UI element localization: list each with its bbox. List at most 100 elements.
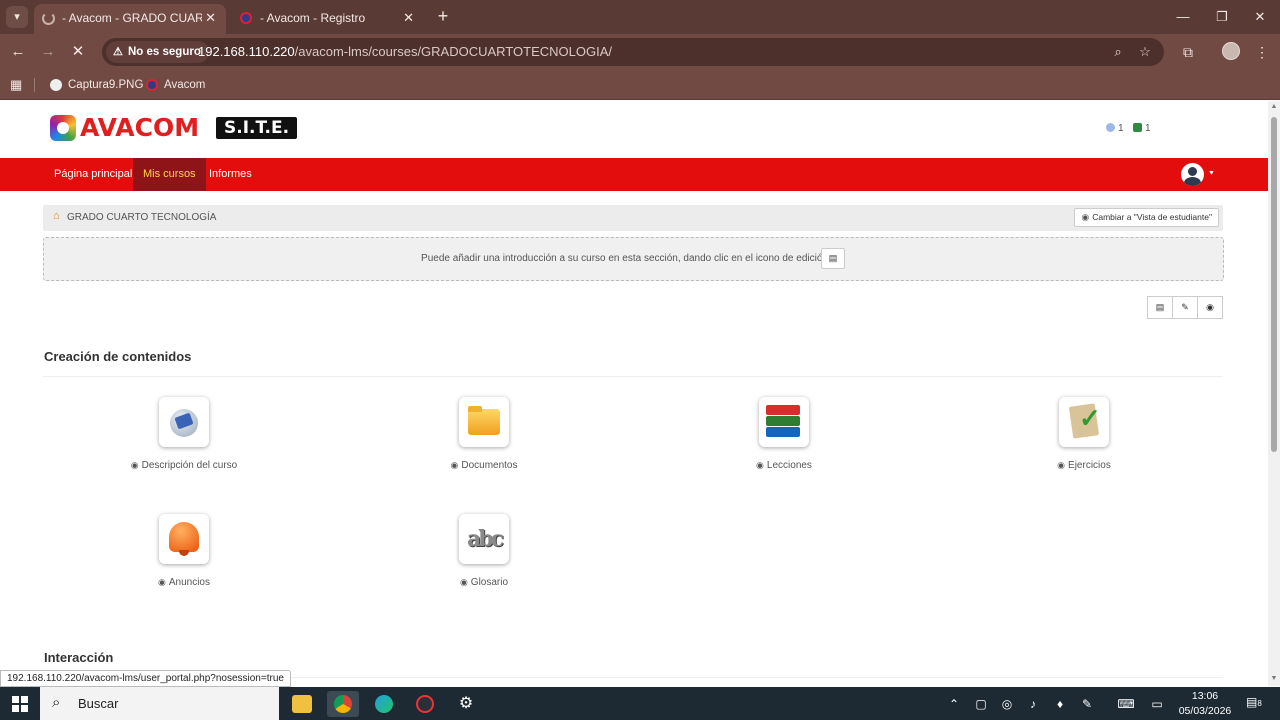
minimize-button[interactable]: — xyxy=(1164,4,1202,30)
chevron-up-icon[interactable]: ⌃ xyxy=(945,695,963,713)
scroll-down-icon[interactable]: ▼ xyxy=(1270,675,1278,682)
extensions-icon[interactable]: ⧉ xyxy=(1178,42,1198,62)
tool-course-description[interactable]: ◉ Descripción del curso xyxy=(84,397,284,487)
display-icon[interactable]: ▭ xyxy=(1148,695,1166,713)
menu-kebab-icon[interactable]: ⋮ xyxy=(1252,42,1272,62)
tool-lessons[interactable]: ◉ Lecciones xyxy=(684,397,884,487)
online-users-counter[interactable]: 1 xyxy=(1106,123,1124,134)
bookmark-avacom[interactable]: Avacom xyxy=(144,70,205,100)
security-label: No es seguro xyxy=(128,46,201,58)
apps-grid-icon[interactable]: ▦ xyxy=(10,77,22,93)
home-icon[interactable]: ⌂ xyxy=(53,210,60,222)
close-tab-icon[interactable]: ✕ xyxy=(205,4,216,32)
tool-glossary[interactable]: abc ◉ Glosario xyxy=(384,514,584,604)
taskbar-search[interactable]: ⌕ Buscar xyxy=(40,687,279,720)
student-view-label: Cambiar a "Vista de estudiante" xyxy=(1092,212,1212,222)
app-icon[interactable] xyxy=(409,691,441,717)
tool-documents[interactable]: ◉ Documentos xyxy=(384,397,584,487)
messages-counter[interactable]: 1 xyxy=(1133,123,1151,134)
security-chip[interactable]: ⚠ No es seguro xyxy=(106,41,209,63)
tool-label: ◉ Glosario xyxy=(459,577,509,588)
eye-icon: ◉ xyxy=(756,460,764,470)
eye-icon: ◉ xyxy=(459,577,468,587)
nav-home[interactable]: Página principal xyxy=(44,158,142,191)
section-title-interaction: Interacción xyxy=(44,650,114,665)
search-placeholder: Buscar xyxy=(78,696,119,711)
forward-button[interactable]: → xyxy=(38,42,58,62)
network-globe-icon[interactable]: ◎ xyxy=(998,695,1016,713)
tab-avacom-registro[interactable]: - Avacom - Registro ✕ xyxy=(232,4,424,34)
page-viewport: AVACOM S.I.T.E. 1 1 Página principal Mis… xyxy=(0,101,1268,686)
windows-start-icon[interactable] xyxy=(12,696,28,712)
close-window-button[interactable]: ✕ xyxy=(1241,4,1279,30)
keyboard-icon[interactable]: ⌨ xyxy=(1115,695,1137,713)
books-icon[interactable] xyxy=(759,397,809,447)
user-avatar[interactable] xyxy=(1181,163,1204,186)
chat-icon xyxy=(1133,123,1142,132)
browser-tabstrip: ▾ - Avacom - GRADO CUARTO TE ✕ - Avacom … xyxy=(0,0,1280,34)
nav-reports[interactable]: Informes xyxy=(199,158,262,191)
taskbar-clock[interactable]: 13:06 05/03/2026 xyxy=(1176,689,1234,719)
tool-label: ◉ Ejercicios xyxy=(1057,460,1111,471)
back-button[interactable]: ← xyxy=(8,42,28,62)
breadcrumb: ⌂ GRADO CUARTO TECNOLOGÍA ◉ Cambiar a "Vi… xyxy=(43,205,1223,231)
logo-hexagon-icon xyxy=(50,115,76,141)
close-tab-icon[interactable]: ✕ xyxy=(403,4,414,32)
wrench-icon[interactable]: ✎ xyxy=(1172,296,1198,319)
tool-label: ◉ Descripción del curso xyxy=(130,460,238,471)
notifications-icon[interactable]: ▤8 xyxy=(1246,695,1262,709)
microphone-icon[interactable]: ♦ xyxy=(1051,695,1069,713)
scroll-thumb[interactable] xyxy=(1271,117,1277,452)
logo-text: AVACOM xyxy=(80,113,200,142)
page-scrollbar[interactable]: ▲ ▼ xyxy=(1268,101,1280,686)
section-title-content-creation: Creación de contenidos xyxy=(44,349,192,364)
zoom-search-icon[interactable]: ⌕ xyxy=(1108,42,1128,62)
folder-icon[interactable] xyxy=(459,397,509,447)
volume-icon[interactable]: ♪ xyxy=(1024,695,1042,713)
tool-exercises[interactable]: ◉Ejercicios xyxy=(984,397,1184,487)
tool-announcements[interactable]: ◉ Anuncios xyxy=(84,514,284,604)
users-count: 1 xyxy=(1118,123,1124,134)
loading-spinner-icon xyxy=(42,12,55,25)
eye-icon: ◉ xyxy=(130,460,139,470)
tool-label: ◉ Lecciones xyxy=(756,460,812,471)
bookmark-star-icon[interactable]: ☆ xyxy=(1135,42,1155,62)
address-bar[interactable]: ⚠ No es seguro 192.168.110.220/avacom-lm… xyxy=(102,38,1164,66)
stop-loading-button[interactable]: ✕ xyxy=(68,42,88,62)
edit-intro-button[interactable]: ▤ xyxy=(821,248,845,269)
notifications-count: 8 xyxy=(1257,699,1262,708)
caret-down-icon[interactable]: ▼ xyxy=(1208,170,1215,177)
document-icon[interactable]: ▤ xyxy=(1147,296,1173,319)
pen-icon[interactable]: ✎ xyxy=(1078,695,1096,713)
glossary-icon[interactable]: abc xyxy=(459,514,509,564)
breadcrumb-course[interactable]: GRADO CUARTO TECNOLOGÍA xyxy=(67,205,216,231)
search-icon: ⌕ xyxy=(52,694,61,711)
restore-button[interactable]: ❐ xyxy=(1203,4,1241,30)
exercises-icon[interactable] xyxy=(1059,397,1109,447)
new-tab-button[interactable]: + xyxy=(432,6,454,28)
scroll-up-icon[interactable]: ▲ xyxy=(1270,103,1278,110)
chrome-icon[interactable] xyxy=(327,691,359,717)
course-intro-box: Puede añadir una introducción a su curso… xyxy=(43,237,1224,281)
tool-label: ◉ Documentos xyxy=(450,460,518,471)
edge-icon[interactable] xyxy=(368,691,400,717)
file-explorer-icon[interactable] xyxy=(286,691,318,717)
profile-avatar[interactable] xyxy=(1222,42,1240,60)
eye-icon[interactable]: ◉ xyxy=(1197,296,1223,319)
nav-my-courses[interactable]: Mis cursos xyxy=(133,158,206,191)
messages-count: 1 xyxy=(1145,123,1151,134)
eye-icon: ◉ xyxy=(1081,212,1090,222)
logo-badge: S.I.T.E. xyxy=(216,117,298,139)
bookmark-captura9[interactable]: Captura9.PNG xyxy=(48,70,143,100)
tab-avacom-course[interactable]: - Avacom - GRADO CUARTO TE ✕ xyxy=(34,4,226,34)
url-host: 192.168.110.220 xyxy=(198,44,295,59)
course-description-icon[interactable] xyxy=(159,397,209,447)
bookmark-label: Captura9.PNG xyxy=(68,79,144,91)
users-icon xyxy=(1106,123,1115,132)
meet-icon[interactable]: ▢ xyxy=(972,695,990,713)
tab-title: - Avacom - Registro xyxy=(260,11,366,25)
tab-search-button[interactable]: ▾ xyxy=(6,6,28,28)
bell-icon[interactable] xyxy=(159,514,209,564)
settings-gear-icon[interactable]: ⚙ xyxy=(450,691,482,717)
student-view-button[interactable]: ◉ Cambiar a "Vista de estudiante" xyxy=(1074,208,1219,227)
